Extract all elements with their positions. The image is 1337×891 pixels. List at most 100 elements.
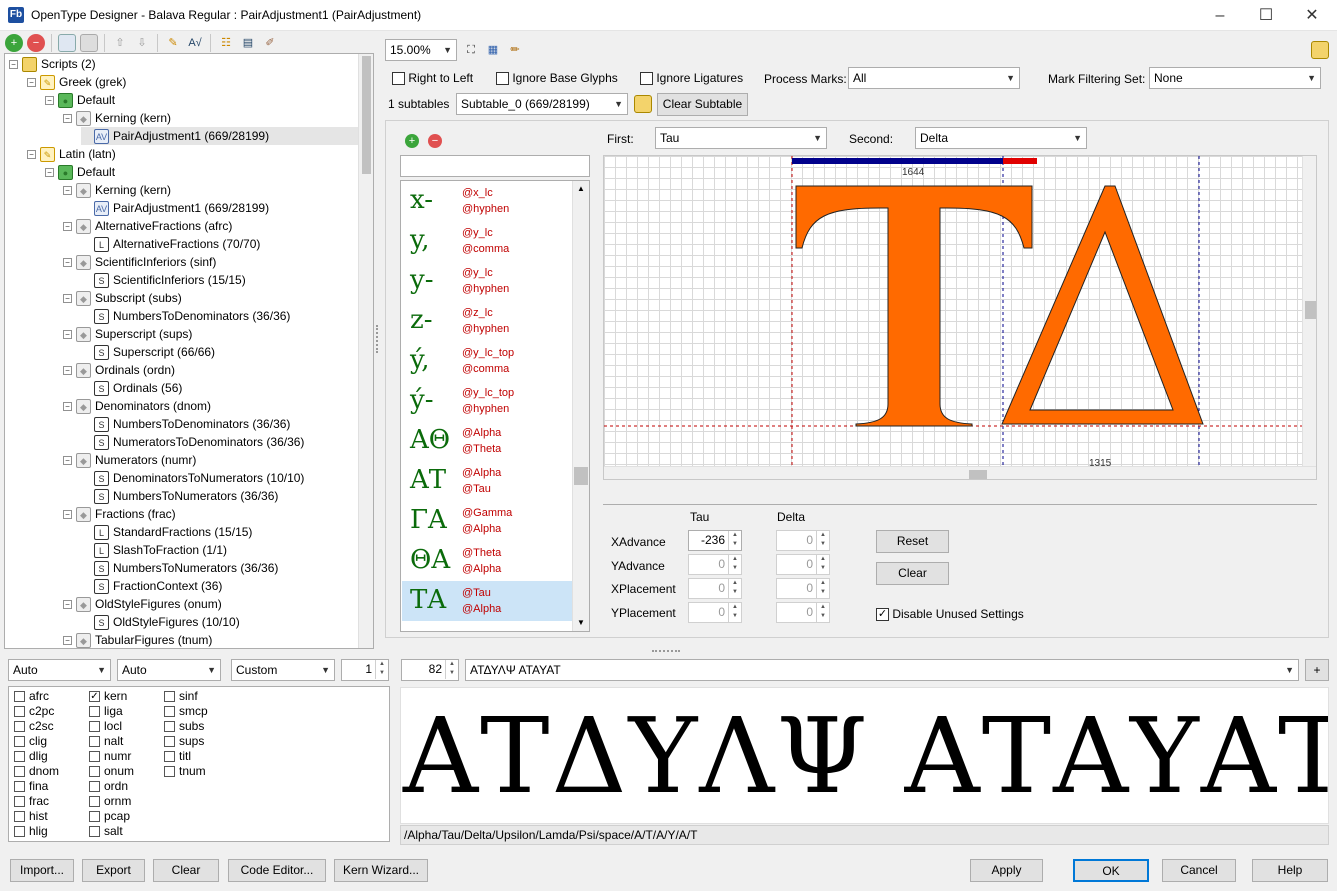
first-yplacement-spin[interactable]: 0 ▲ ▼	[688, 602, 742, 623]
feature-checklist[interactable]: afrc c2pc c2sc clig dlig dnom fina frac hist hlig…	[8, 686, 390, 842]
checkbox[interactable]	[89, 825, 100, 837]
feature-checkbox-pcap[interactable]: pcap	[89, 809, 130, 823]
font-size-spin[interactable]: 82 ▲ ▼	[401, 659, 459, 681]
collapse-icon[interactable]: −	[63, 293, 72, 303]
feature-checkbox-onum[interactable]: onum	[89, 764, 134, 778]
collapse-icon[interactable]: −	[63, 257, 72, 267]
collapse-icon[interactable]: −	[63, 635, 72, 645]
count-spin[interactable]: 1 ▲ ▼	[341, 659, 389, 681]
tree-icon[interactable]: ☷	[217, 34, 235, 52]
second-yadvance-spin[interactable]: 0 ▲ ▼	[776, 554, 830, 575]
apply-button[interactable]: Apply	[970, 859, 1043, 882]
first-xplacement-spin[interactable]: 0 ▲ ▼	[688, 578, 742, 599]
feature-checkbox-nalt[interactable]: nalt	[89, 734, 123, 748]
checkbox[interactable]	[14, 780, 25, 792]
tree-item[interactable]: − ◆ TabularFigures (tnum)	[63, 631, 212, 648]
checkbox[interactable]	[14, 690, 25, 702]
tree-item[interactable]: AV PairAdjustment1 (669/28199)	[81, 199, 269, 217]
checkbox[interactable]	[89, 720, 100, 732]
second-xadvance-spin[interactable]: 0 ▲ ▼	[776, 530, 830, 551]
glyph-canvas[interactable]: 1644 1315	[603, 155, 1317, 480]
tree-item[interactable]: − ◆ Fractions (frac)	[63, 505, 176, 523]
checkbox[interactable]	[89, 735, 100, 747]
spin-arrows-icon[interactable]: ▲ ▼	[816, 555, 829, 574]
scroll-down-icon[interactable]: ▼	[573, 615, 589, 631]
spell-icon[interactable]: A√	[186, 34, 204, 52]
checkbox[interactable]	[14, 750, 25, 762]
move-down-icon[interactable]: ⇩	[133, 34, 151, 52]
tree-item[interactable]: L StandardFractions (15/15)	[81, 523, 252, 541]
ignore-base-option[interactable]: Ignore Base Glyphs	[496, 71, 618, 86]
feature-checkbox-sups[interactable]: sups	[164, 734, 204, 748]
vertical-splitter-grip[interactable]	[376, 325, 380, 353]
canvas-hscrollbar[interactable]	[604, 466, 1316, 479]
spin-arrows-icon[interactable]: ▲ ▼	[816, 579, 829, 598]
tree-item[interactable]: S DenominatorsToNumerators (10/10)	[81, 469, 304, 487]
remove-icon[interactable]: −	[27, 34, 45, 52]
feature-checkbox-c2pc[interactable]: c2pc	[14, 704, 54, 718]
tree-item[interactable]: − ◆ Kerning (kern)	[63, 109, 171, 127]
pair-list-item[interactable]: z- @z_lc @hyphen	[402, 301, 572, 341]
feature-set-combo[interactable]: Custom ▼	[231, 659, 335, 681]
right-to-left-option[interactable]: Right to Left	[392, 71, 473, 86]
tree-item[interactable]: S NumbersToDenominators (36/36)	[81, 415, 290, 433]
pair-list-item[interactable]: ý- @y_lc_top @hyphen	[402, 381, 572, 421]
tree-item[interactable]: L AlternativeFractions (70/70)	[81, 235, 260, 253]
close-button[interactable]: ✕	[1289, 0, 1335, 31]
checkbox[interactable]	[14, 795, 25, 807]
pair-list-item[interactable]: y, @y_lc @comma	[402, 221, 572, 261]
second-yplacement-spin[interactable]: 0 ▲ ▼	[776, 602, 830, 623]
lookup-icon[interactable]: ✎	[164, 34, 182, 52]
tree-item[interactable]: − ◆ ScientificInferiors (sinf)	[63, 253, 216, 271]
tree-scrollbar[interactable]	[358, 54, 373, 648]
feature-checkbox-hist[interactable]: hist	[14, 809, 48, 823]
ignore-ligatures-option[interactable]: Ignore Ligatures	[640, 71, 743, 86]
tree-item[interactable]: S NumbersToDenominators (36/36)	[81, 307, 290, 325]
feature-checkbox-sinf[interactable]: sinf	[164, 689, 198, 703]
add-pair-icon[interactable]: +	[405, 134, 419, 148]
collapse-icon[interactable]: −	[63, 221, 72, 231]
pair-list-item[interactable]: ΘΑ @Theta @Alpha	[402, 541, 572, 581]
collapse-icon[interactable]: −	[63, 329, 72, 339]
tree-item[interactable]: S NumeratorsToDenominators (36/36)	[81, 433, 304, 451]
checkbox[interactable]	[89, 795, 100, 807]
second-xplacement-spin[interactable]: 0 ▲ ▼	[776, 578, 830, 599]
zoom-combo[interactable]: 15.00% ▼	[385, 39, 457, 61]
script-combo[interactable]: Auto ▼	[117, 659, 221, 681]
glyph-sequence-field[interactable]: /Alpha/Tau/Delta/Upsilon/Lamda/Psi/space…	[400, 825, 1329, 845]
tree-item[interactable]: − ◆ Numerators (numr)	[63, 451, 196, 469]
tree-item[interactable]: − ◆ Superscript (sups)	[63, 325, 192, 343]
checkbox[interactable]	[164, 750, 175, 762]
checkbox[interactable]	[14, 765, 25, 777]
process-marks-combo[interactable]: All ▼	[848, 67, 1020, 89]
spin-arrows-icon[interactable]: ▲ ▼	[445, 660, 458, 679]
pair-list-item[interactable]: ΑΤ @Alpha @Tau	[402, 461, 572, 501]
tree-item[interactable]: AV PairAdjustment1 (669/28199)	[81, 127, 361, 145]
feature-checkbox-afrc[interactable]: afrc	[14, 689, 49, 703]
feature-checkbox-c2sc[interactable]: c2sc	[14, 719, 54, 733]
help-button[interactable]: Help	[1252, 859, 1328, 882]
collapse-icon[interactable]: −	[63, 185, 72, 195]
tree-item[interactable]: − ◆ OldStyleFigures (onum)	[63, 595, 222, 613]
canvas-hscroll-thumb[interactable]	[969, 470, 987, 479]
pair-list-item[interactable]: ý, @y_lc_top @comma	[402, 341, 572, 381]
checkbox[interactable]	[14, 810, 25, 822]
feature-checkbox-salt[interactable]: salt	[89, 824, 123, 838]
tree-item[interactable]: − ◆ AlternativeFractions (afrc)	[63, 217, 232, 235]
checkbox[interactable]: ✓	[89, 690, 100, 702]
pair-list-item[interactable]: x- @x_lc @hyphen	[402, 181, 572, 221]
tree-item[interactable]: S Superscript (66/66)	[81, 343, 215, 361]
cancel-button[interactable]: Cancel	[1162, 859, 1236, 882]
disable-unused-option[interactable]: ✓ Disable Unused Settings	[876, 607, 1024, 622]
checkbox[interactable]	[14, 705, 25, 717]
checkbox[interactable]	[89, 810, 100, 822]
checkbox[interactable]	[14, 720, 25, 732]
checkbox[interactable]	[89, 750, 100, 762]
first-xadvance-spin[interactable]: -236 ▲ ▼	[688, 530, 742, 551]
pair-filter-input[interactable]	[400, 155, 590, 177]
canvas-vscrollbar[interactable]	[1302, 156, 1316, 466]
ignore-ligatures-checkbox[interactable]	[640, 72, 653, 86]
mark-filtering-combo[interactable]: None ▼	[1149, 67, 1321, 89]
tree-item[interactable]: − ◆ Denominators (dnom)	[63, 397, 211, 415]
canvas-vscroll-thumb[interactable]	[1305, 301, 1316, 319]
